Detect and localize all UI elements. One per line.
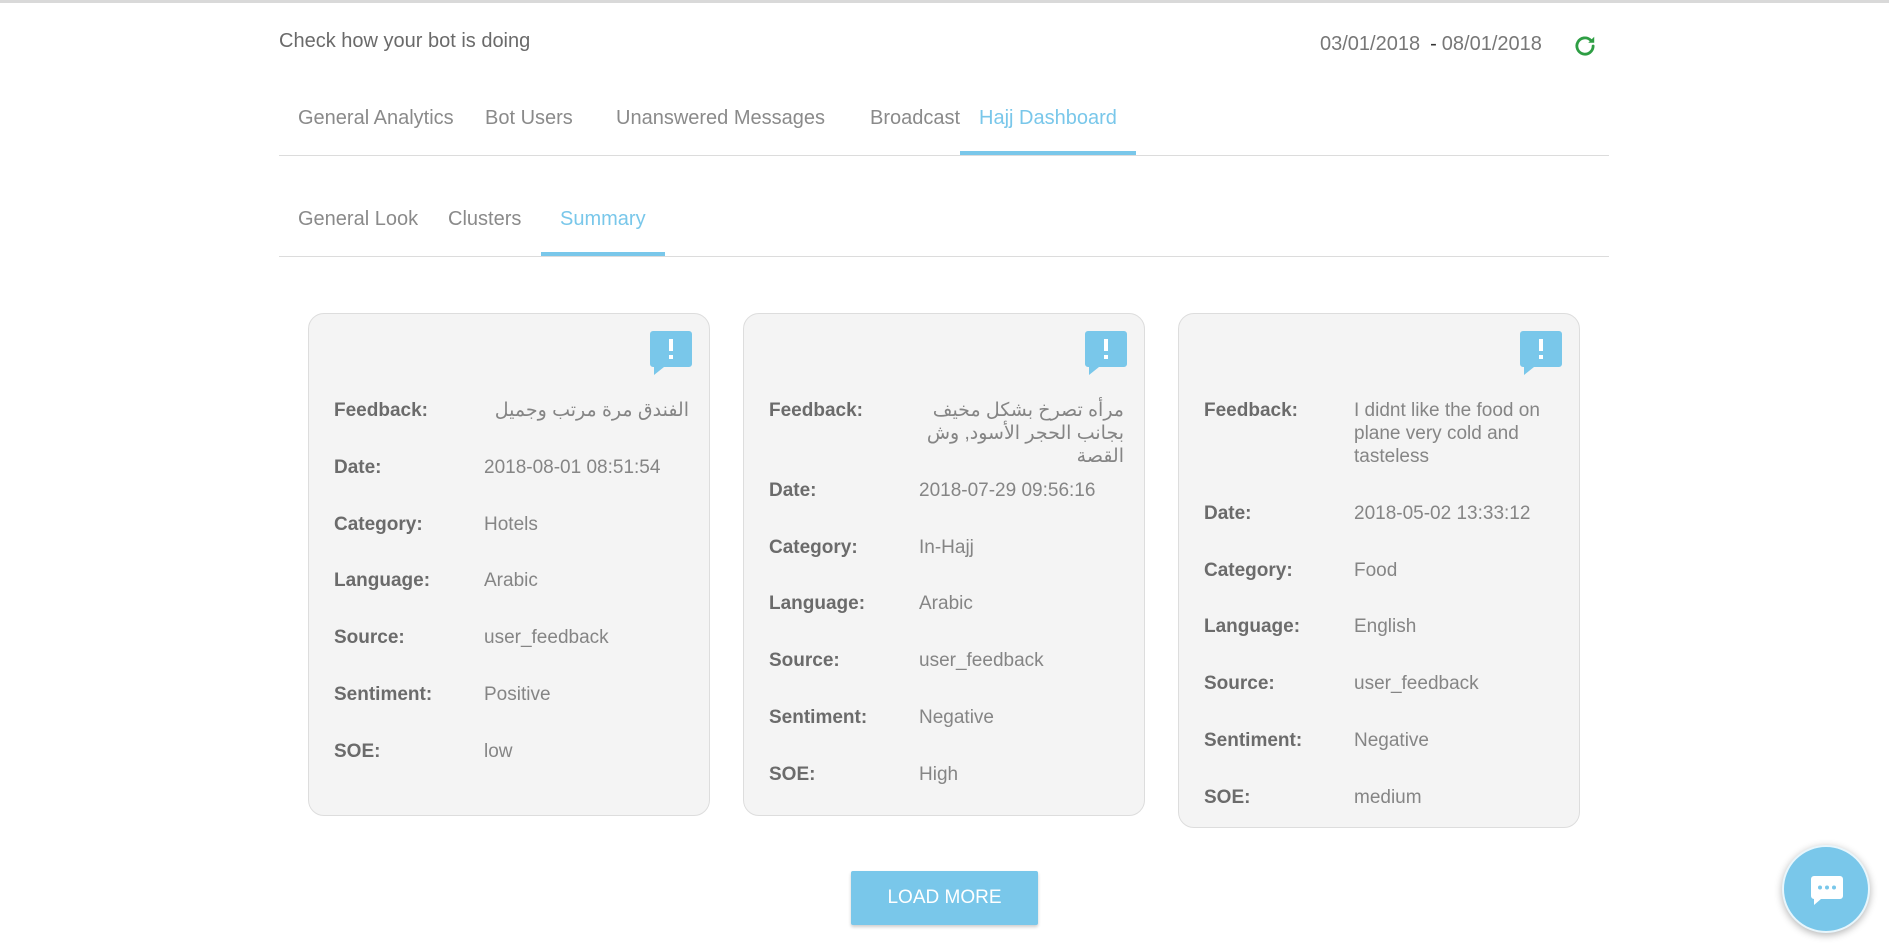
category-value: In-Hajj	[919, 537, 974, 558]
feedback-alert-icon	[650, 331, 692, 375]
date-label: Date:	[1204, 503, 1252, 524]
soe-label: SOE:	[334, 741, 381, 762]
sentiment-label: Sentiment:	[1204, 730, 1303, 751]
source-value: user_feedback	[1354, 673, 1479, 694]
load-more-button[interactable]: LOAD MORE	[851, 871, 1038, 925]
feedback-alert-icon	[1520, 331, 1562, 375]
soe-label: SOE:	[1204, 787, 1251, 808]
category-label: Category:	[1204, 560, 1293, 581]
soe-value: medium	[1354, 787, 1422, 808]
date-label: Date:	[769, 480, 817, 501]
source-label: Source:	[334, 627, 405, 648]
feedback-value: الفندق مرة مرتب وجميل	[494, 400, 689, 421]
sentiment-label: Sentiment:	[334, 684, 433, 705]
category-value: Food	[1354, 560, 1398, 581]
tab-hajj-dashboard[interactable]: Hajj Dashboard	[960, 100, 1136, 155]
chat-button[interactable]	[1782, 845, 1870, 933]
date-value: 2018-07-29 09:56:16	[919, 480, 1096, 501]
language-value: Arabic	[919, 593, 973, 614]
soe-label: SOE:	[769, 764, 816, 785]
date-value: 2018-05-02 13:33:12	[1354, 503, 1531, 524]
feedback-value: I didnt like the food on plane very cold…	[1354, 400, 1540, 467]
language-label: Language:	[1204, 616, 1301, 637]
feedback-card: Feedback: الفندق مرة مرتب وجميل Date: 20…	[308, 313, 710, 816]
tab-bot-users[interactable]: Bot Users	[466, 100, 592, 155]
sentiment-label: Sentiment:	[769, 707, 868, 728]
date-range[interactable]: 03/01/2018-08/01/2018	[1320, 33, 1542, 56]
source-label: Source:	[769, 650, 840, 671]
language-label: Language:	[334, 570, 431, 591]
date-label: Date:	[334, 457, 382, 478]
feedback-label: Feedback:	[769, 400, 863, 421]
sub-tab-bar: General Look Clusters Summary	[279, 201, 1609, 257]
source-value: user_feedback	[484, 627, 609, 648]
date-to[interactable]: 08/01/2018	[1442, 33, 1542, 55]
feedback-card: Feedback: مرأه تصرخ بشكل مخيف بجانب الحج…	[743, 313, 1145, 816]
category-value: Hotels	[484, 514, 538, 535]
feedback-value: مرأه تصرخ بشكل مخيف بجانب الحجر الأسود, …	[926, 400, 1124, 467]
tab-summary[interactable]: Summary	[541, 201, 665, 256]
tab-unanswered-messages[interactable]: Unanswered Messages	[597, 100, 844, 155]
feedback-card: Feedback: I didnt like the food on plane…	[1178, 313, 1580, 828]
soe-value: High	[919, 764, 959, 785]
date-from[interactable]: 03/01/2018	[1320, 33, 1420, 55]
chat-bubble-icon	[1811, 876, 1843, 905]
soe-value: low	[484, 741, 513, 762]
refresh-icon[interactable]	[1572, 33, 1598, 59]
tab-general-look[interactable]: General Look	[279, 201, 437, 256]
sentiment-value: Negative	[1354, 730, 1429, 751]
sentiment-value: Positive	[484, 684, 551, 705]
language-value: Arabic	[484, 570, 538, 591]
language-label: Language:	[769, 593, 866, 614]
feedback-label: Feedback:	[1204, 400, 1298, 421]
category-label: Category:	[334, 514, 423, 535]
main-tab-bar: General Analytics Bot Users Unanswered M…	[279, 100, 1609, 156]
category-label: Category:	[769, 537, 858, 558]
source-value: user_feedback	[919, 650, 1044, 671]
page-subtitle: Check how your bot is doing	[279, 30, 531, 52]
top-border	[0, 0, 1889, 3]
date-value: 2018-08-01 08:51:54	[484, 457, 661, 478]
feedback-label: Feedback:	[334, 400, 428, 421]
source-label: Source:	[1204, 673, 1275, 694]
tab-general-analytics[interactable]: General Analytics	[279, 100, 473, 155]
date-separator: -	[1430, 33, 1437, 55]
language-value: English	[1354, 616, 1417, 637]
sentiment-value: Negative	[919, 707, 994, 728]
tab-clusters[interactable]: Clusters	[429, 201, 540, 256]
feedback-alert-icon	[1085, 331, 1127, 375]
